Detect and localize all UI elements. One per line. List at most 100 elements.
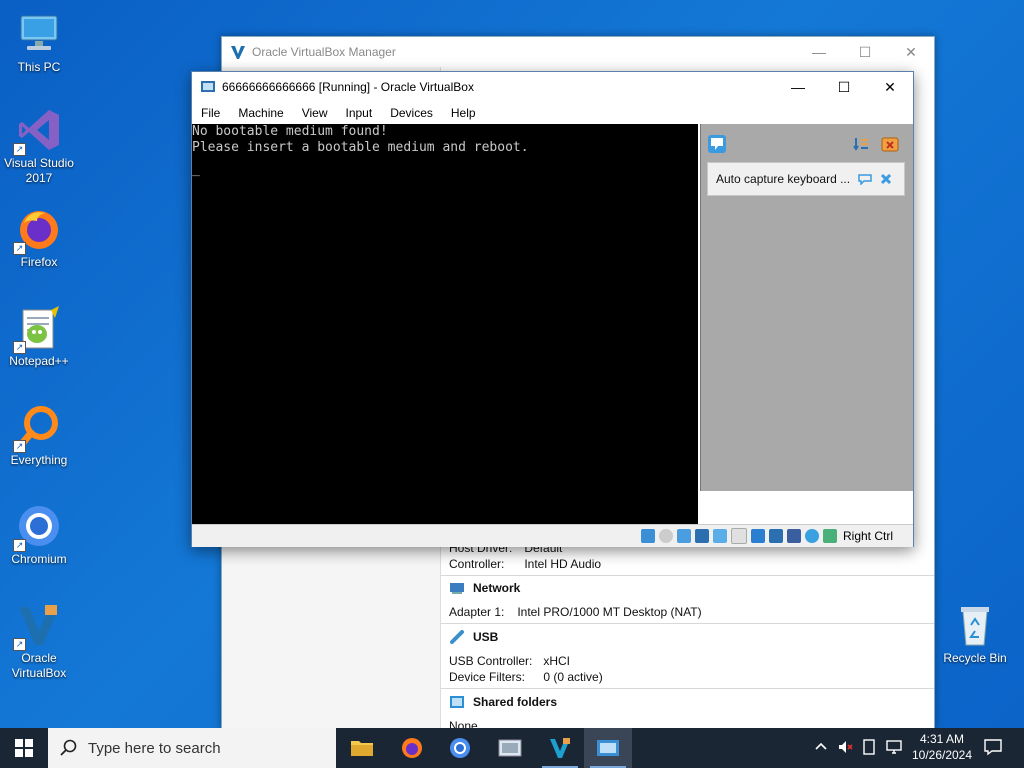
menu-view[interactable]: View [293,106,337,120]
cpu-icon[interactable] [786,529,801,543]
clock-time: 4:31 AM [919,732,965,746]
taskbar-vm-manager[interactable] [486,728,534,768]
computer-icon [15,10,63,58]
desktop-icon-label: Firefox [20,255,58,269]
show-hidden-icons-chevron-icon[interactable] [814,740,828,754]
manager-titlebar[interactable]: Oracle VirtualBox Manager — ☐ ✕ [222,37,934,67]
screen-line: Please insert a bootable medium and rebo… [192,140,529,155]
recording-icon[interactable] [768,529,783,543]
network-section-header[interactable]: Network [449,580,520,596]
taskbar-firefox[interactable] [388,728,436,768]
menu-input[interactable]: Input [337,106,382,120]
desktop-icon-label: Oracle VirtualBox [11,651,67,680]
shortcut-arrow-icon: ↗ [13,440,26,453]
search-icon [60,739,77,756]
taskbar-chromium[interactable] [436,728,484,768]
shared-folders-icon[interactable] [730,528,747,544]
desktop-icon-label: Recycle Bin [943,651,1007,665]
shortcut-arrow-icon: ↗ [13,341,26,354]
folder-icon [450,696,464,708]
search-placeholder: Type here to search [88,739,221,757]
taskbar-search-box[interactable]: Type here to search [48,728,336,768]
desktop-icon-chromium[interactable]: ↗ Chromium [0,502,78,567]
notification-center: Auto capture keyboard ... [700,124,913,491]
menu-devices[interactable]: Devices [381,106,442,120]
desktop-icon-this-pc[interactable]: This PC [0,10,78,75]
virtualbox-icon [231,46,245,59]
menu-file[interactable]: File [192,106,229,120]
desktop-icon-label: This PC [17,60,61,74]
menu-help[interactable]: Help [442,106,485,120]
vm-statusbar: Right Ctrl [192,524,913,547]
usb-section-header[interactable]: USB [449,629,498,645]
vm-titlebar[interactable]: 66666666666666 [Running] - Oracle Virtua… [192,72,913,102]
optical-drive-icon[interactable] [658,529,673,543]
visual-studio-icon: ↗ [13,106,63,156]
chromium-icon: ↗ [13,502,63,552]
screen-line: No bootable medium found! [192,124,388,139]
vm-display[interactable]: No bootable medium found! Please insert … [192,124,698,524]
desktop-icon-recycle-bin[interactable]: Recycle Bin [936,601,1014,666]
notification-message[interactable]: Auto capture keyboard ... [707,162,905,196]
desktop-icon-visual-studio[interactable]: ↗ Visual Studio 2017 [0,106,78,186]
maximize-button[interactable]: ☐ [821,72,867,102]
recycle-bin-icon [951,601,999,649]
taskbar-virtualbox-manager[interactable] [536,728,584,768]
divider [441,623,934,624]
vm-app-icon [498,739,522,757]
keyboard-capture-icon[interactable] [822,529,837,543]
desktop-icon-firefox[interactable]: ↗ Firefox [0,205,78,270]
minimize-button[interactable]: — [775,72,821,102]
maximize-button[interactable]: ☐ [842,37,888,67]
screen-cursor: _ [192,162,200,177]
firefox-icon [402,738,422,758]
network-icon[interactable] [694,529,709,543]
tablet-icon[interactable] [862,739,876,758]
vm-window[interactable]: 66666666666666 [Running] - Oracle Virtua… [191,71,914,547]
taskbar-vm-window[interactable] [584,728,632,768]
chromium-icon [450,738,470,758]
start-button[interactable] [0,728,48,768]
host-key-label[interactable]: Right Ctrl [843,529,893,543]
taskbar-file-explorer[interactable] [338,728,386,768]
windows-logo-icon [15,739,33,757]
desktop-icon-label: Notepad++ [9,354,69,368]
usb-icon[interactable] [712,529,727,543]
notification-center-icon[interactable] [707,134,727,154]
network-adapter: Adapter 1: Intel PRO/1000 MT Desktop (NA… [449,605,702,619]
shortcut-arrow-icon: ↗ [13,242,26,255]
close-notification-icon[interactable] [880,173,892,185]
clock-date: 10/26/2024 [911,748,973,762]
desktop-icon-everything[interactable]: ↗ Everything [0,403,78,468]
desktop-icon-notepadpp[interactable]: ↗ Notepad++ [0,304,78,369]
network-status-icon[interactable] [886,739,904,758]
shortcut-arrow-icon: ↗ [13,638,26,651]
usb-device-filters: Device Filters: 0 (0 active) [449,670,603,684]
desktop-icon-virtualbox[interactable]: ↗ Oracle VirtualBox [0,601,78,681]
usb-controller: USB Controller: xHCI [449,654,571,668]
hard-disk-icon[interactable] [640,529,655,543]
shared-folders-section-header[interactable]: Shared folders [449,694,557,710]
mouse-integration-icon[interactable] [804,529,819,543]
desktop-icon-label: Everything [10,453,68,467]
menu-machine[interactable]: Machine [229,106,292,120]
usb-icon [450,630,464,644]
minimize-button[interactable]: — [796,37,842,67]
dismiss-all-icon[interactable] [881,136,899,152]
taskbar: Type here to search 4:31 AM 10/26/2024 [0,728,1024,768]
action-center-icon[interactable] [984,738,1002,759]
volume-muted-icon[interactable] [838,739,854,758]
virtualbox-icon: ↗ [13,601,63,651]
audio-icon[interactable] [676,529,691,543]
firefox-icon: ↗ [13,205,63,255]
clock[interactable]: 4:31 AM 10/26/2024 [906,731,978,763]
display-icon[interactable] [750,529,765,543]
virtualbox-icon [550,738,570,758]
audio-controller: Controller: Intel HD Audio [449,557,602,571]
desktop-icon-label: Visual Studio 2017 [4,156,74,185]
close-button[interactable]: ✕ [888,37,934,67]
sort-order-icon[interactable] [853,136,869,152]
keep-icon[interactable] [858,173,872,185]
close-button[interactable]: ✕ [867,72,913,102]
folder-icon [351,741,373,756]
